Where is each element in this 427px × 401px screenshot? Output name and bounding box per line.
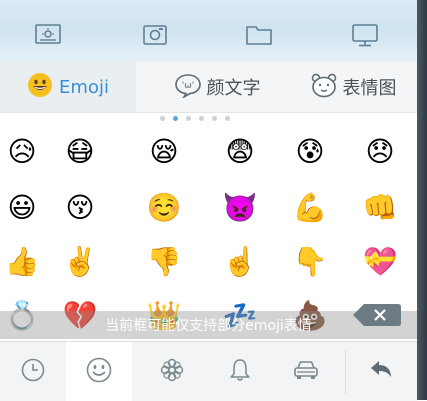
tab-sticker-label: 表情图: [342, 78, 397, 99]
monitor-icon[interactable]: [350, 22, 380, 48]
emoji-category-bar: [0, 341, 417, 401]
emoji-key[interactable]: 😰: [280, 126, 340, 178]
svg-text:'ω': 'ω': [181, 81, 194, 91]
backspace-button[interactable]: [352, 302, 402, 328]
tab-kaomoji-label: 颜文字: [206, 78, 261, 99]
camera-icon[interactable]: [140, 22, 170, 48]
emoji-key[interactable]: 👿: [210, 182, 270, 234]
emoji-key[interactable]: 😪: [134, 126, 194, 178]
tab-emoji[interactable]: Emoji: [0, 62, 136, 112]
emoji-key[interactable]: 😥: [0, 126, 52, 178]
page-dot[interactable]: [173, 116, 178, 121]
page-dot[interactable]: [199, 116, 204, 121]
tab-emoji-label: Emoji: [59, 76, 109, 98]
page-dot[interactable]: [160, 116, 165, 121]
category-divider: [345, 350, 346, 394]
category-recent[interactable]: [0, 342, 66, 401]
page-dot[interactable]: [212, 116, 217, 121]
bell-icon: [227, 357, 253, 387]
emoji-key[interactable]: 💝: [350, 236, 410, 288]
emoji-key[interactable]: 😃: [0, 182, 52, 234]
emoji-key[interactable]: ☝️: [210, 236, 270, 288]
emoji-key[interactable]: 😷: [50, 126, 110, 178]
car-icon: [292, 357, 320, 387]
clock-icon: [20, 357, 46, 387]
emoji-key[interactable]: 😞: [350, 126, 410, 178]
speech-bubble-face-icon: 'ω': [174, 72, 202, 102]
weather-icon[interactable]: [33, 22, 63, 48]
page-dot[interactable]: [186, 116, 191, 121]
return-button[interactable]: [348, 342, 414, 401]
category-places[interactable]: [273, 342, 339, 401]
folder-icon[interactable]: [244, 22, 274, 48]
scrollbar-strip: [417, 0, 427, 400]
return-icon: [368, 357, 394, 387]
emoji-key[interactable]: 😨: [210, 126, 270, 178]
emoji-key[interactable]: 👍: [0, 236, 52, 288]
page-indicator: [160, 116, 230, 124]
emoji-key[interactable]: 😚: [50, 182, 110, 234]
page-dot[interactable]: [225, 116, 230, 121]
top-toolbar: [0, 0, 417, 62]
smiley-icon: [85, 356, 113, 388]
category-objects[interactable]: [207, 342, 273, 401]
tab-bar: Emoji 'ω' 颜文字 表情图: [0, 62, 417, 113]
tab-sticker[interactable]: 表情图: [298, 62, 408, 112]
category-nature[interactable]: [139, 342, 205, 401]
category-people[interactable]: [66, 342, 132, 401]
tab-kaomoji[interactable]: 'ω' 颜文字: [158, 62, 276, 112]
emoji-key[interactable]: 👎: [134, 236, 194, 288]
emoji-key[interactable]: ✌️: [50, 236, 110, 288]
bear-face-icon: [310, 72, 338, 102]
emoji-key[interactable]: ☺️: [134, 182, 194, 234]
flower-icon: [159, 357, 185, 387]
grinning-face-icon: [27, 72, 53, 102]
emoji-key[interactable]: 👇: [280, 236, 340, 288]
emoji-key[interactable]: 💪: [280, 182, 340, 234]
emoji-key[interactable]: 👊: [350, 182, 410, 234]
